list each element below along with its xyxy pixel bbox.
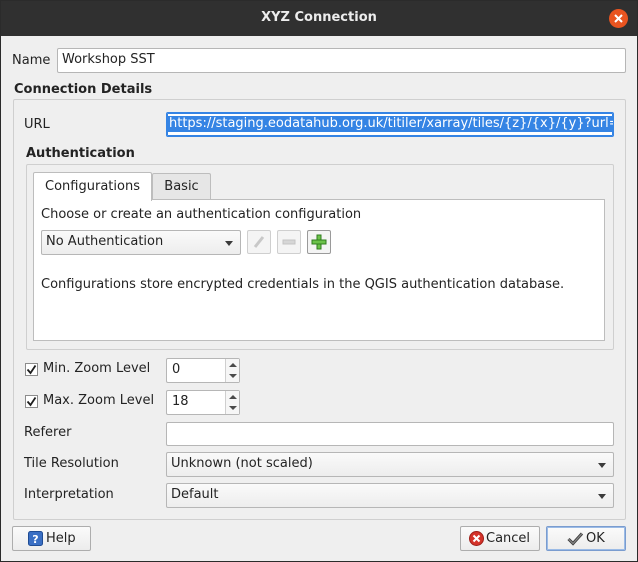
auth-config-prompt: Choose or create an authentication confi… [41, 207, 362, 222]
cancel-button[interactable]: Cancel [460, 526, 540, 551]
min-zoom-checkbox[interactable] [25, 363, 38, 376]
tab-basic[interactable]: Basic [152, 173, 211, 199]
tile-resolution-label: Tile Resolution [24, 456, 119, 471]
min-zoom-spinbox[interactable]: 0 [166, 358, 240, 383]
tab-configurations-label: Configurations [45, 179, 140, 194]
ok-button[interactable]: OK [546, 526, 626, 551]
tab-configurations[interactable]: Configurations [33, 172, 152, 201]
arrow-up-icon [229, 363, 237, 367]
max-zoom-value: 18 [172, 394, 189, 409]
max-zoom-checkbox[interactable] [25, 395, 38, 408]
auth-info-text: Configurations store encrypted credentia… [41, 277, 565, 292]
interpretation-select[interactable]: Default [166, 483, 614, 508]
add-config-button[interactable] [307, 230, 331, 254]
help-button[interactable]: ? Help [12, 526, 91, 551]
checkmark-icon [26, 397, 37, 407]
url-label: URL [24, 117, 50, 132]
minus-icon [282, 239, 296, 245]
auth-config-select[interactable]: No Authentication [41, 230, 241, 255]
max-zoom-stepper[interactable] [225, 391, 239, 414]
name-input[interactable]: Workshop SST [57, 48, 626, 73]
tile-resolution-select[interactable]: Unknown (not scaled) [166, 452, 614, 477]
connection-details-heading: Connection Details [14, 82, 153, 97]
url-value: https://staging.eodatahub.org.uk/titiler… [168, 116, 613, 132]
arrow-down-icon [229, 374, 237, 378]
referer-label: Referer [24, 425, 72, 440]
referer-input[interactable] [166, 422, 614, 446]
cancel-icon [469, 531, 484, 546]
close-button[interactable] [609, 9, 628, 28]
min-zoom-stepper[interactable] [225, 359, 239, 382]
edit-config-button[interactable] [247, 230, 271, 254]
url-input[interactable]: https://staging.eodatahub.org.uk/titiler… [166, 112, 614, 137]
max-zoom-label: Max. Zoom Level [43, 393, 155, 408]
cancel-button-label: Cancel [486, 531, 531, 546]
name-label: Name [12, 53, 51, 68]
min-zoom-label: Min. Zoom Level [43, 361, 151, 376]
arrow-up-icon [229, 395, 237, 399]
min-zoom-value: 0 [172, 362, 181, 377]
pencil-icon [253, 236, 265, 248]
interpretation-value: Default [171, 487, 219, 502]
xyz-connection-dialog: XYZ Connection Name Workshop SST Connect… [0, 0, 638, 562]
title-bar[interactable]: XYZ Connection [1, 1, 637, 36]
tile-resolution-value: Unknown (not scaled) [171, 456, 313, 471]
chevron-down-icon [225, 241, 233, 246]
window-title: XYZ Connection [261, 10, 377, 25]
help-icon: ? [28, 531, 43, 546]
checkmark-icon [567, 532, 584, 546]
arrow-down-icon [229, 406, 237, 410]
plus-icon [311, 234, 327, 250]
remove-config-button[interactable] [277, 230, 301, 254]
tab-basic-label: Basic [164, 179, 199, 194]
chevron-down-icon [598, 463, 606, 468]
close-icon [614, 14, 623, 23]
max-zoom-spinbox[interactable]: 18 [166, 390, 240, 415]
authentication-heading: Authentication [26, 146, 135, 161]
checkmark-icon [26, 365, 37, 375]
auth-config-value: No Authentication [46, 234, 164, 249]
ok-button-label: OK [586, 531, 605, 546]
chevron-down-icon [598, 494, 606, 499]
help-button-label: Help [46, 531, 76, 546]
interpretation-label: Interpretation [24, 487, 114, 502]
svg-text:?: ? [32, 533, 38, 546]
